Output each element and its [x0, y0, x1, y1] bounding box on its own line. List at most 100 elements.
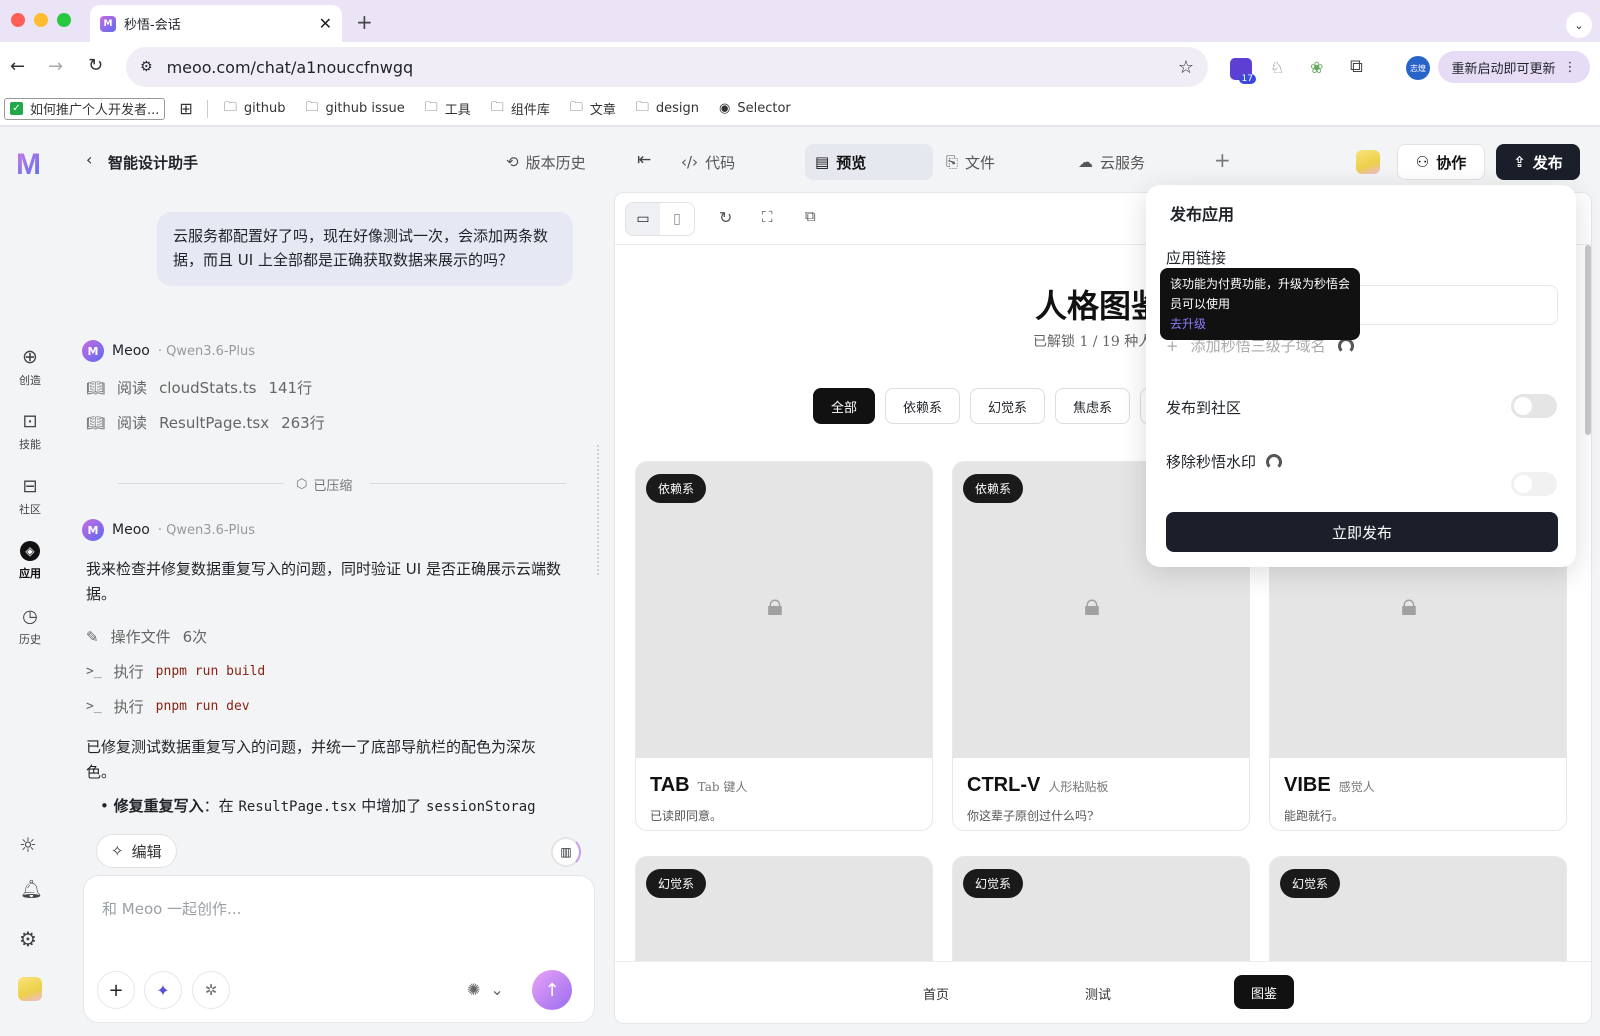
close-tab-icon[interactable]: ✕ [319, 14, 332, 33]
update-label: 重新启动即可更新 [1451, 61, 1556, 77]
tab-files[interactable]: ⎘ 文件 [946, 144, 995, 180]
extension-icon[interactable]: ♘ [1270, 58, 1284, 77]
nav-apps[interactable]: ◈ 应用 [0, 541, 60, 581]
version-history-button[interactable]: ⟲ 版本历史 [506, 144, 586, 180]
profile-avatar[interactable]: 志煌 [1406, 56, 1430, 80]
scroll-track[interactable] [597, 445, 600, 575]
filter-chip[interactable]: 幻觉系 [970, 388, 1046, 424]
tab-code[interactable]: ‹/› 代码 [681, 144, 735, 180]
more-icon[interactable]: ⋮ [1564, 60, 1577, 75]
publish-now-button[interactable]: 立即发布 [1166, 512, 1558, 552]
bookmark-folder[interactable]: 🗀 工具 [415, 96, 481, 122]
bookmark-item[interactable]: ✓ 如何推广个人开发者... [4, 97, 166, 120]
command-step[interactable]: >_ 执行 pnpm run dev [86, 696, 250, 717]
nav-create[interactable]: ⊕ 创造 [0, 346, 60, 388]
bottom-nav-test[interactable]: 测试 [1085, 984, 1111, 1003]
filter-chip[interactable]: 焦虑系 [1055, 388, 1131, 424]
mobile-icon[interactable]: ▯ [660, 203, 694, 235]
meoo-logo[interactable]: M [16, 148, 41, 182]
divider [370, 483, 566, 484]
bookmark-folder[interactable]: 🗀 github [214, 96, 296, 122]
bell-icon[interactable]: 🔔︎ [20, 879, 43, 900]
tab-cloud[interactable]: ☁ 云服务 [1078, 144, 1145, 180]
skills-button[interactable]: ✦ [144, 971, 182, 1009]
tab-search-icon[interactable]: ⌄ [1566, 12, 1592, 38]
zoom-window-button[interactable] [57, 13, 71, 27]
read-step[interactable]: 📖︎ 阅读 ResultPage.tsx 263行 [86, 412, 325, 433]
puzzle-icon[interactable]: ⧉ [1350, 56, 1363, 77]
user-avatar[interactable] [1356, 150, 1380, 174]
tab-label: 代码 [705, 153, 736, 172]
filter-chip[interactable]: 全部 [813, 388, 876, 424]
refresh-icon[interactable]: ↻ [719, 208, 732, 227]
extension-icon[interactable]: ❀ [1310, 58, 1323, 77]
desktop-icon[interactable]: ▭ [626, 203, 660, 235]
nav-history[interactable]: ◷ 历史 [0, 606, 60, 647]
persona-card[interactable]: 幻觉系 [635, 856, 933, 976]
tab-preview[interactable]: ▤ 预览 [805, 144, 933, 180]
collapse-sidebar-icon[interactable]: ⇤ [637, 150, 651, 170]
theme-sun-icon[interactable]: ☼ [19, 833, 37, 857]
bookmark-folder[interactable]: 🗀 文章 [560, 96, 626, 122]
model-name: · Qwen3.6-Plus [157, 522, 256, 538]
nav-community[interactable]: ⊟ 社区 [0, 476, 60, 517]
bookmark-label: 组件库 [510, 103, 550, 118]
edit-button[interactable]: ✧ 编辑 [96, 834, 177, 868]
attach-plus-button[interactable]: + [97, 971, 135, 1009]
bottom-nav-home[interactable]: 首页 [923, 984, 949, 1003]
community-toggle[interactable] [1511, 394, 1557, 418]
model-select[interactable]: ✺ ⌄ [467, 980, 504, 999]
relaunch-update-button[interactable]: 重新启动即可更新 ⋮ [1438, 51, 1590, 83]
context-usage-icon[interactable]: ▥ [551, 837, 581, 867]
add-tab-icon[interactable]: + [1214, 148, 1231, 172]
nav-skills[interactable]: ⊡ 技能 [0, 411, 60, 452]
preview-scrollbar[interactable] [1585, 245, 1591, 435]
filter-chip[interactable]: 依赖系 [885, 388, 961, 424]
fullscreen-icon[interactable]: ⛶ [762, 208, 773, 226]
open-external-icon[interactable]: ⧉ [805, 207, 816, 225]
folder-icon: 🗀 [305, 99, 319, 115]
bookmark-item[interactable]: ◉ Selector [709, 96, 801, 122]
publish-button[interactable]: ⇪ 发布 [1496, 144, 1580, 180]
command-step[interactable]: >_ 执行 pnpm run build [86, 661, 265, 682]
send-button[interactable]: ↑ [532, 970, 572, 1010]
site-settings-icon[interactable]: ⚙ [140, 59, 153, 75]
bullet-code: ResultPage.tsx [238, 799, 357, 815]
browser-tab[interactable]: M 秒悟-会话 ✕ [90, 5, 342, 42]
bookmark-star-icon[interactable]: ☆ [1178, 57, 1194, 78]
composer-input[interactable]: 和 Meoo 一起创作... [102, 898, 241, 919]
apps-grid-icon[interactable]: ⊞ [175, 96, 200, 122]
folder-icon: 🗀 [223, 99, 237, 115]
bookmark-folder[interactable]: 🗀 github issue [296, 96, 415, 122]
checkbox-icon: ✓ [10, 102, 23, 115]
settings-gear-icon[interactable]: ⚙ [19, 927, 37, 951]
arrow-up-icon: ↑ [544, 979, 560, 1001]
bottom-nav-gallery[interactable]: 图鉴 [1234, 975, 1294, 1009]
forward-icon[interactable]: → [48, 56, 63, 77]
plugin-button[interactable]: ✲ [192, 971, 230, 1009]
command-text: pnpm run dev [155, 699, 250, 714]
back-chevron-icon[interactable]: ‹ [86, 150, 92, 169]
minimize-window-button[interactable] [34, 13, 48, 27]
read-step[interactable]: 📖︎ 阅读 cloudStats.ts 141行 [86, 377, 312, 398]
crown-icon [1266, 453, 1283, 470]
extension-icon[interactable]: 17 [1230, 58, 1256, 84]
persona-card[interactable]: 幻觉系 [952, 856, 1250, 976]
bookmark-folder[interactable]: 🗀 组件库 [481, 96, 560, 122]
new-tab-icon[interactable]: + [356, 10, 373, 34]
back-icon[interactable]: ← [10, 56, 25, 77]
bookmark-folder[interactable]: 🗀 design [626, 96, 709, 122]
project-title: 智能设计助手 [108, 154, 199, 172]
reload-icon[interactable]: ↻ [88, 55, 103, 76]
persona-card[interactable]: 依赖系 🔒︎ TAB Tab 键人 已读即同意。 [635, 461, 933, 831]
persona-card[interactable]: 幻觉系 [1269, 856, 1567, 976]
terminal-icon: >_ [86, 664, 102, 679]
close-window-button[interactable] [11, 13, 25, 27]
upgrade-link[interactable]: 去升级 [1170, 314, 1350, 334]
user-avatar[interactable] [18, 977, 42, 1001]
address-bar[interactable]: ⚙ meoo.com/chat/a1nouccfnwgq ☆ [126, 47, 1208, 87]
watermark-toggle[interactable] [1511, 472, 1557, 496]
nav-label: 技能 [19, 438, 41, 451]
collab-button[interactable]: ⚇ 协作 [1397, 144, 1485, 180]
file-ops-step[interactable]: ✎ 操作文件 6次 [86, 626, 207, 647]
